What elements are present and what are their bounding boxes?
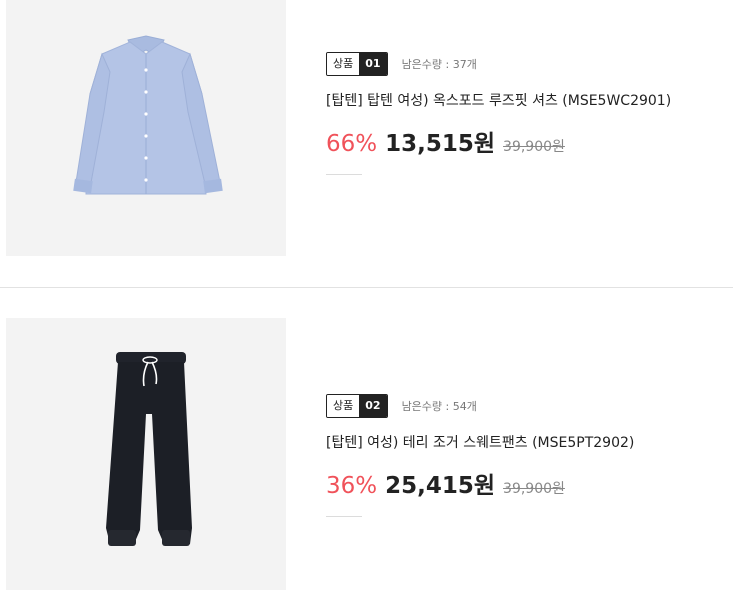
product-badge: 상품 01 (326, 52, 388, 76)
sale-price: 13,515원 (385, 131, 496, 157)
badge-number: 02 (359, 395, 387, 417)
product-title[interactable]: [탑텐] 여성) 테리 조거 스웨트팬츠 (MSE5PT2902) (326, 432, 634, 452)
product-info: 상품 02 남은수량 : 54개 [탑텐] 여성) 테리 조거 스웨트팬츠 (M… (326, 394, 634, 517)
stock-count: 남은수량 : 37개 (401, 58, 477, 71)
original-price: 39,900원 (503, 481, 565, 497)
product-item-1[interactable]: 상품 01 남은수량 : 37개 [탑텐] 탑텐 여성) 옥스포드 루즈핏 셔츠… (0, 0, 733, 256)
product-badge: 상품 02 (326, 394, 388, 418)
badge-label: 상품 (327, 395, 360, 417)
discount-rate: 66% (326, 131, 378, 157)
product-title[interactable]: [탑텐] 탑텐 여성) 옥스포드 루즈핏 셔츠 (MSE5WC2901) (326, 90, 671, 110)
stock-count: 남은수량 : 54개 (401, 400, 477, 413)
product-thumbnail[interactable] (6, 318, 286, 590)
original-price: 39,900원 (503, 139, 565, 155)
badge-number: 01 (359, 53, 387, 75)
divider-short (326, 516, 362, 517)
price-line: 36% 25,415원 39,900원 (326, 466, 634, 500)
row-divider (0, 287, 733, 288)
badge-line: 상품 01 남은수량 : 37개 (326, 52, 671, 76)
product-info: 상품 01 남은수량 : 37개 [탑텐] 탑텐 여성) 옥스포드 루즈핏 셔츠… (326, 52, 671, 175)
product-item-2[interactable]: 상품 02 남은수량 : 54개 [탑텐] 여성) 테리 조거 스웨트팬츠 (M… (0, 318, 733, 590)
badge-line: 상품 02 남은수량 : 54개 (326, 394, 634, 418)
divider-short (326, 174, 362, 175)
sale-price: 25,415원 (385, 473, 496, 499)
product-thumbnail[interactable] (6, 0, 286, 256)
pants-icon (106, 352, 192, 546)
badge-label: 상품 (327, 53, 360, 75)
discount-rate: 36% (326, 473, 378, 499)
price-line: 66% 13,515원 39,900원 (326, 124, 671, 158)
shirt-icon (73, 35, 223, 195)
